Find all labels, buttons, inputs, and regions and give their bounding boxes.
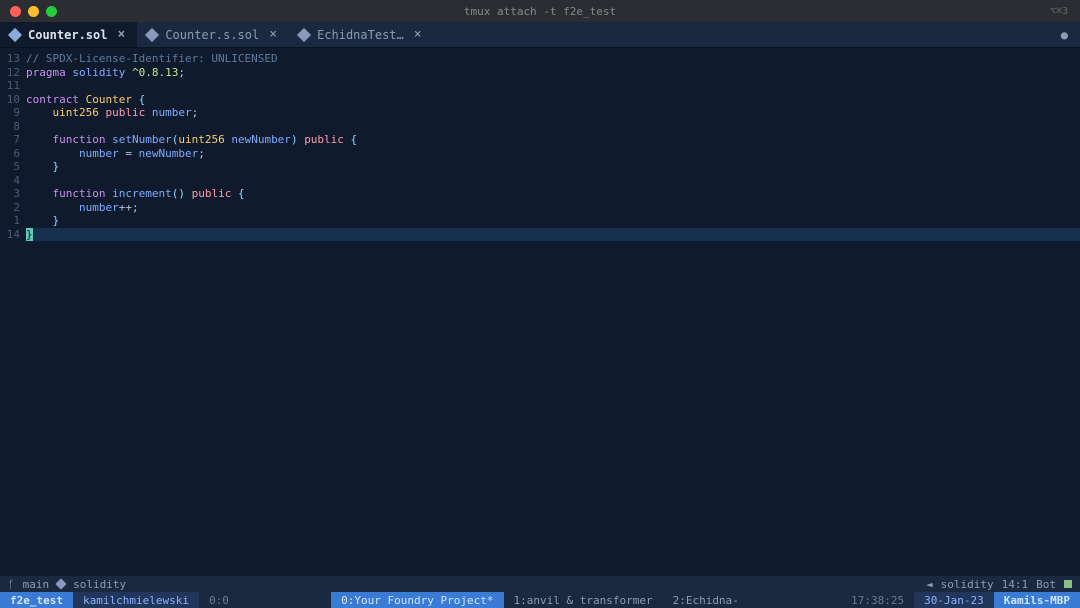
tabbar-overflow-icon[interactable]: ● bbox=[1061, 22, 1080, 47]
code-line[interactable]: } bbox=[26, 228, 1080, 242]
line-number: 1 bbox=[0, 214, 20, 228]
line-number: 2 bbox=[0, 201, 20, 215]
cursor-position: 14:1 bbox=[1002, 578, 1029, 591]
tab-counter-s-sol[interactable]: Counter.s.sol × bbox=[137, 22, 289, 47]
line-number: 3 bbox=[0, 187, 20, 201]
editor-window: tmux attach -t f2e_test ⌥⌘3 Counter.sol … bbox=[0, 0, 1080, 608]
close-icon[interactable]: × bbox=[412, 27, 424, 42]
record-icon: ◄ bbox=[926, 578, 933, 591]
tab-counter-sol[interactable]: Counter.sol × bbox=[0, 22, 137, 47]
line-number: 12 bbox=[0, 66, 20, 80]
status-indicator-icon bbox=[1064, 580, 1072, 588]
code-line[interactable]: pragma solidity ^0.8.13; bbox=[26, 66, 1080, 80]
tmux-host: Kamils-MBP bbox=[994, 592, 1080, 608]
line-number: 8 bbox=[0, 120, 20, 134]
git-branch-icon: ᚶ bbox=[8, 578, 15, 591]
language-right: solidity bbox=[941, 578, 994, 591]
tmux-date: 30-Jan-23 bbox=[914, 592, 994, 608]
line-number: 9 bbox=[0, 106, 20, 120]
tmux-time: 17:38:25 bbox=[841, 592, 914, 608]
line-number-gutter: 1312111098765432114 bbox=[0, 52, 26, 576]
close-icon[interactable]: × bbox=[267, 27, 279, 42]
tmux-window-list: 0:Your Foundry Project*1:anvil & transfo… bbox=[239, 592, 841, 608]
language-label: solidity bbox=[73, 578, 126, 591]
line-number: 6 bbox=[0, 147, 20, 161]
tmux-user: kamilchmielewski bbox=[73, 592, 199, 608]
line-number: 13 bbox=[0, 52, 20, 66]
line-number: 10 bbox=[0, 93, 20, 107]
line-number: 7 bbox=[0, 133, 20, 147]
code-content[interactable]: // SPDX-License-Identifier: UNLICENSEDpr… bbox=[26, 52, 1080, 576]
tmux-pane-index: 0:0 bbox=[199, 592, 239, 608]
solidity-file-icon bbox=[145, 27, 159, 41]
git-branch-name: main bbox=[23, 578, 50, 591]
tab-bar: Counter.sol × Counter.s.sol × EchidnaTes… bbox=[0, 22, 1080, 48]
code-editor[interactable]: 1312111098765432114 // SPDX-License-Iden… bbox=[0, 48, 1080, 576]
code-line[interactable]: uint256 public number; bbox=[26, 106, 1080, 120]
close-icon[interactable]: × bbox=[115, 27, 127, 42]
close-icon[interactable] bbox=[10, 6, 21, 17]
solidity-file-icon bbox=[297, 27, 311, 41]
line-number: 11 bbox=[0, 79, 20, 93]
solidity-file-icon bbox=[8, 27, 22, 41]
code-line[interactable]: } bbox=[26, 160, 1080, 174]
titlebar: tmux attach -t f2e_test ⌥⌘3 bbox=[0, 0, 1080, 22]
cursor: } bbox=[26, 228, 33, 242]
code-line[interactable]: // SPDX-License-Identifier: UNLICENSED bbox=[26, 52, 1080, 66]
code-line[interactable] bbox=[26, 120, 1080, 134]
traffic-lights bbox=[0, 6, 57, 17]
tmux-window[interactable]: 1:anvil & transformer bbox=[504, 592, 663, 608]
code-line[interactable]: number++; bbox=[26, 201, 1080, 215]
code-line[interactable]: number = newNumber; bbox=[26, 147, 1080, 161]
line-number: 5 bbox=[0, 160, 20, 174]
window-title: tmux attach -t f2e_test bbox=[464, 5, 616, 18]
code-line[interactable]: } bbox=[26, 214, 1080, 228]
line-number: 4 bbox=[0, 174, 20, 188]
tab-label: EchidnaTest… bbox=[317, 28, 404, 42]
code-line[interactable]: function increment() public { bbox=[26, 187, 1080, 201]
tab-label: Counter.sol bbox=[28, 28, 107, 42]
code-line[interactable]: function setNumber(uint256 newNumber) pu… bbox=[26, 133, 1080, 147]
tab-label: Counter.s.sol bbox=[165, 28, 259, 42]
scroll-position: Bot bbox=[1036, 578, 1056, 591]
window-shortcut: ⌥⌘3 bbox=[1050, 6, 1068, 17]
tmux-status-line: f2e_test kamilchmielewski 0:0 0:Your Fou… bbox=[0, 592, 1080, 608]
solidity-lang-icon bbox=[55, 578, 66, 589]
maximize-icon[interactable] bbox=[46, 6, 57, 17]
status-line: ᚶ main solidity ◄ solidity 14:1 Bot bbox=[0, 576, 1080, 592]
line-number: 14 bbox=[0, 228, 20, 242]
code-line[interactable]: contract Counter { bbox=[26, 93, 1080, 107]
tab-echidna-test[interactable]: EchidnaTest… × bbox=[289, 22, 434, 47]
minimize-icon[interactable] bbox=[28, 6, 39, 17]
tmux-window[interactable]: 2:Echidna- bbox=[663, 592, 749, 608]
code-line[interactable] bbox=[26, 174, 1080, 188]
code-line[interactable] bbox=[26, 79, 1080, 93]
tmux-window[interactable]: 0:Your Foundry Project* bbox=[331, 592, 503, 608]
tmux-session-name[interactable]: f2e_test bbox=[0, 592, 73, 608]
